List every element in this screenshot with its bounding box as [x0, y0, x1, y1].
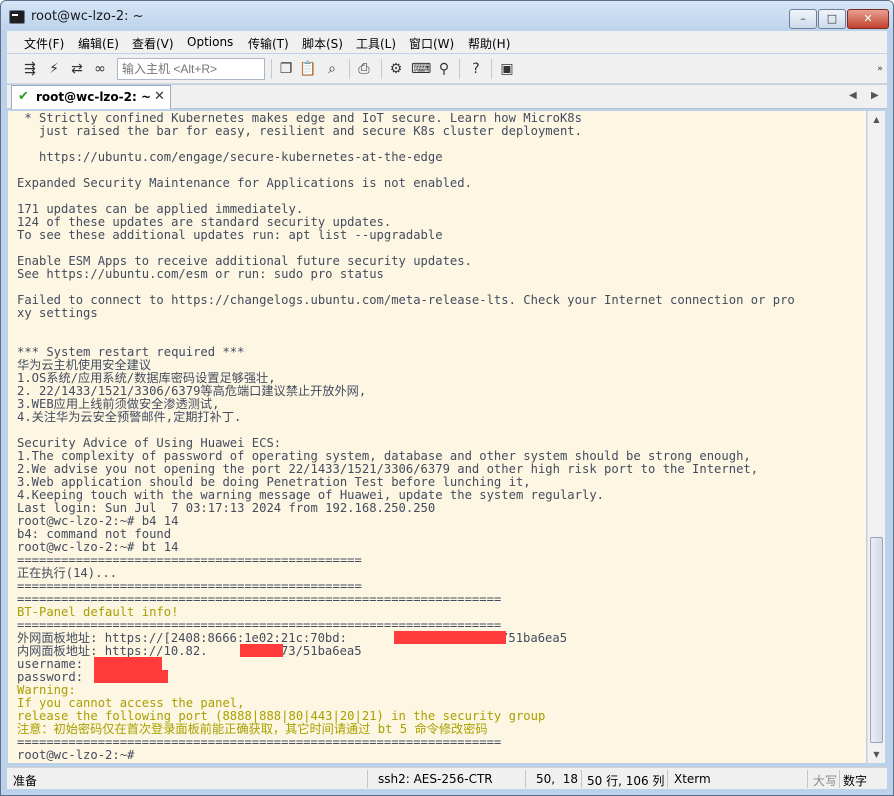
keymap-icon[interactable]: ⌨: [411, 60, 431, 78]
menu-view[interactable]: 查看(V): [132, 35, 174, 52]
copy-icon[interactable]: ❐: [277, 60, 295, 78]
sftp-icon[interactable]: ⚲: [435, 60, 453, 78]
status-num: 数字: [843, 774, 868, 788]
minimize-button[interactable]: –: [789, 9, 817, 29]
close-button[interactable]: ✕: [847, 9, 889, 29]
redaction-bar: [240, 644, 283, 657]
menu-script[interactable]: 脚本(S): [302, 35, 343, 52]
help-icon[interactable]: ?: [467, 60, 485, 78]
menu-options[interactable]: Options: [187, 35, 233, 49]
tab-prev-icon[interactable]: ◀: [849, 90, 857, 101]
status-divider: [839, 770, 840, 788]
menu-file[interactable]: 文件(F): [24, 35, 64, 52]
redaction-bar: [94, 670, 168, 683]
status-cursor: 50, 18: [536, 772, 578, 786]
status-size: 50 行, 106 列: [587, 774, 665, 788]
tab-bar: ✔ root@wc-lzo-2: ~ ✕ ◀ ▶: [7, 85, 887, 109]
vertical-scrollbar[interactable]: ▲ ▼: [867, 111, 885, 763]
disconnect-icon[interactable]: ∞: [91, 60, 109, 78]
menu-bar: 文件(F) 编辑(E) 查看(V) Options 传输(T) 脚本(S) 工具…: [7, 31, 887, 53]
maximize-button[interactable]: □: [818, 9, 846, 29]
status-term: Xterm: [674, 772, 711, 786]
status-divider: [667, 770, 668, 788]
menu-window[interactable]: 窗口(W): [409, 35, 454, 52]
menu-help[interactable]: 帮助(H): [468, 35, 510, 52]
find-icon[interactable]: ⌕: [323, 60, 341, 78]
tab-session[interactable]: ✔ root@wc-lzo-2: ~ ✕: [11, 85, 171, 109]
connected-check-icon: ✔: [18, 89, 29, 104]
title-bar[interactable]: root@wc-lzo-2: ~ – □ ✕: [1, 1, 893, 31]
terminal-app-icon: [9, 10, 25, 24]
status-protocol: ssh2: AES-256-CTR: [378, 772, 493, 786]
print-icon[interactable]: ⎙: [355, 60, 373, 78]
paste-icon[interactable]: 📋: [299, 60, 317, 78]
scroll-up-icon[interactable]: ▲: [868, 111, 885, 128]
status-divider: [807, 770, 808, 788]
terminal-line: xy settings: [17, 306, 98, 320]
menu-transfer[interactable]: 传输(T): [248, 35, 289, 52]
toolbar-divider: [381, 59, 382, 79]
redaction-bar: [94, 657, 162, 670]
menu-edit[interactable]: 编辑(E): [78, 35, 119, 52]
menu-tools[interactable]: 工具(L): [356, 35, 396, 52]
status-caps: 大写: [813, 774, 838, 788]
scroll-thumb[interactable]: [870, 537, 883, 743]
reconnect-icon[interactable]: ⇄: [68, 60, 86, 78]
host-input[interactable]: [117, 58, 265, 80]
toolbar: ⇶ ⚡ ⇄ ∞ ❐ 📋 ⌕ ⎙ ⚙ ⌨ ⚲ ? ▣ »: [7, 54, 887, 84]
app-window: root@wc-lzo-2: ~ – □ ✕ 文件(F) 编辑(E) 查看(V)…: [0, 0, 894, 796]
terminal-line: See https://ubuntu.com/esm or run: sudo …: [17, 267, 384, 281]
status-divider: [581, 770, 582, 788]
toolbar-divider: [349, 59, 350, 79]
tab-label: root@wc-lzo-2: ~: [36, 90, 152, 104]
toolbar-divider: [491, 59, 492, 79]
terminal-line: Failed to connect to https://changelogs.…: [17, 293, 795, 307]
terminal-line: Expanded Security Maintenance for Applic…: [17, 176, 472, 190]
screenshot-icon[interactable]: ▣: [498, 60, 516, 78]
status-bar: 准备 ssh2: AES-256-CTR 50, 18 50 行, 106 列 …: [7, 767, 887, 789]
tab-next-icon[interactable]: ▶: [871, 90, 879, 101]
status-divider: [367, 770, 368, 788]
toolbar-divider: [271, 59, 272, 79]
quick-connect-icon[interactable]: ⚡: [45, 60, 63, 78]
connect-icon[interactable]: ⇶: [21, 60, 39, 78]
settings-icon[interactable]: ⚙: [387, 60, 405, 78]
toolbar-divider: [459, 59, 460, 79]
terminal-line: 4.关注华为云安全预警邮件,定期打补丁.: [17, 410, 242, 424]
window-title: root@wc-lzo-2: ~: [31, 9, 144, 24]
tab-close-icon[interactable]: ✕: [154, 89, 165, 104]
terminal-output[interactable]: * Strictly confined Kubernetes makes edg…: [8, 111, 866, 763]
terminal-line: To see these additional updates run: apt…: [17, 228, 443, 242]
status-divider: [525, 770, 526, 788]
terminal-line: root@wc-lzo-2:~#: [17, 748, 142, 762]
terminal-line: https://ubuntu.com/engage/secure-kuberne…: [17, 150, 443, 164]
status-ready: 准备: [13, 774, 38, 788]
scroll-down-icon[interactable]: ▼: [868, 746, 885, 763]
redaction-bar: [394, 631, 506, 644]
terminal-line: just raised the bar for easy, resilient …: [17, 124, 582, 138]
toolbar-overflow-icon[interactable]: »: [871, 60, 889, 78]
